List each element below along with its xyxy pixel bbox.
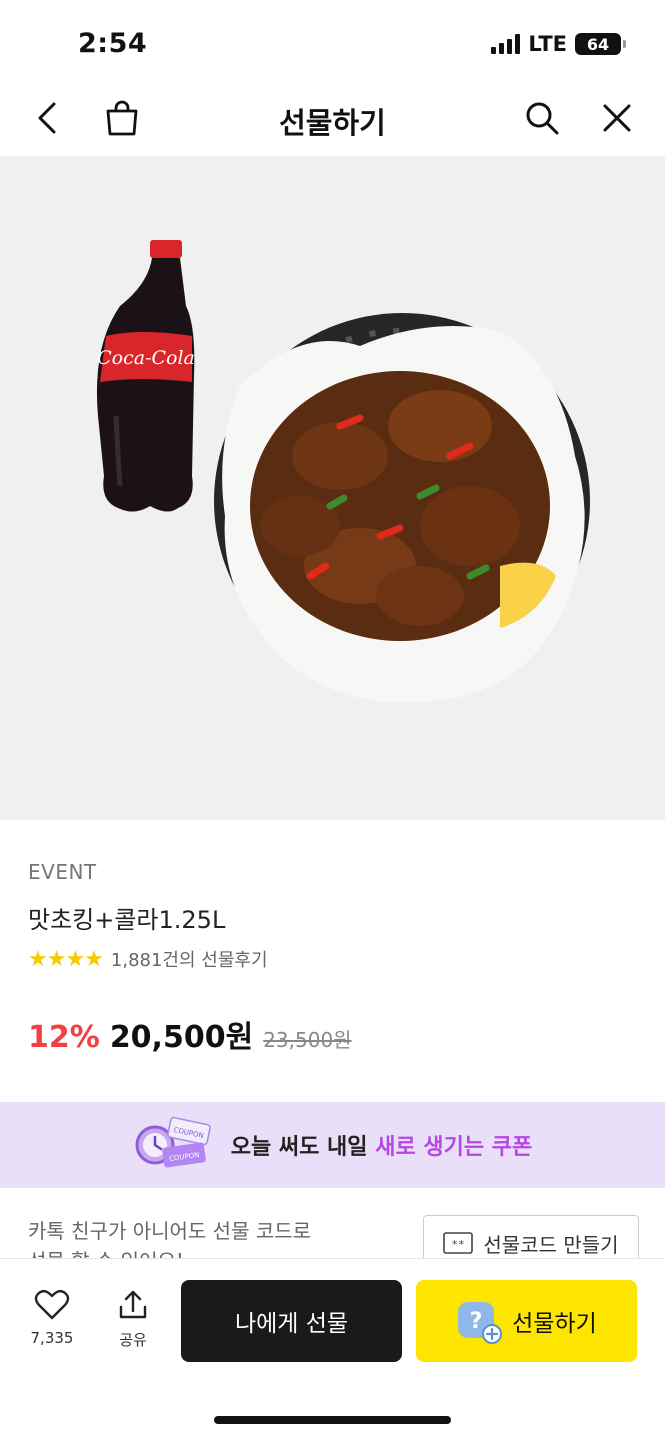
gift-to-self-button[interactable]: 나에게 선물 bbox=[181, 1280, 402, 1362]
gift-button-label: 선물하기 bbox=[512, 1311, 597, 1337]
coupon-banner[interactable]: COUPON COUPON 오늘 써도 내일 새로 생기는 쿠폰 bbox=[0, 1102, 665, 1188]
search-button[interactable] bbox=[522, 98, 562, 138]
price-row: 12% 20,500원 23,500원 bbox=[28, 1012, 352, 1056]
home-indicator[interactable] bbox=[214, 1416, 451, 1424]
like-button[interactable]: 7,335 bbox=[26, 1289, 78, 1347]
discount-rate: 12% bbox=[28, 1020, 100, 1055]
like-count: 7,335 bbox=[30, 1329, 74, 1347]
gift-button[interactable]: ? 선물하기 bbox=[416, 1280, 637, 1362]
close-button[interactable] bbox=[597, 98, 637, 138]
coupon-clock-icon: COUPON COUPON bbox=[133, 1115, 213, 1175]
share-icon bbox=[119, 1290, 147, 1319]
original-price: 23,500원 bbox=[263, 1028, 352, 1052]
create-gift-code-button[interactable]: ** 선물코드 만들기 bbox=[423, 1215, 639, 1258]
bottom-action-bar: 7,335 공유 나에게 선물 ? 선물하기 bbox=[0, 1258, 665, 1440]
product-name: 맛초킹+콜라1.25L bbox=[28, 906, 226, 934]
gift-code-section: 카톡 친구가 아니어도 선물 코드로 선물 할 수 있어요! ** 선물코드 만… bbox=[0, 1188, 665, 1258]
nav-bar: 선물하기 bbox=[0, 80, 665, 156]
review-count[interactable]: 1,881건의 선물후기 bbox=[111, 946, 268, 972]
search-icon bbox=[526, 102, 559, 135]
event-label: EVENT bbox=[28, 860, 97, 884]
product-info: EVENT 맛초킹+콜라1.25L ★★★★ 1,881건의 선물후기 12% … bbox=[0, 820, 665, 1102]
gift-code-icon: ** bbox=[443, 1232, 474, 1254]
close-icon bbox=[603, 104, 631, 132]
status-indicators: LTE 64 bbox=[491, 32, 626, 56]
product-image[interactable]: Coca-Cola bbox=[0, 156, 665, 820]
heart-icon bbox=[34, 1289, 70, 1320]
signal-icon bbox=[491, 34, 521, 54]
svg-text:**: ** bbox=[452, 1238, 465, 1251]
product-illustration: Coca-Cola bbox=[96, 240, 590, 703]
battery-icon: 64 bbox=[575, 33, 626, 55]
chicken-plate-image bbox=[214, 313, 590, 703]
friend-add-icon: ? bbox=[456, 1298, 503, 1344]
rating-row[interactable]: ★★★★ 1,881건의 선물후기 bbox=[28, 946, 268, 972]
coupon-text-prefix: 오늘 써도 내일 bbox=[230, 1135, 368, 1160]
coupon-banner-text: 오늘 써도 내일 새로 생기는 쿠폰 bbox=[231, 1129, 532, 1161]
page-title: 선물하기 bbox=[279, 106, 386, 140]
network-label: LTE bbox=[528, 32, 567, 56]
gift-code-description: 카톡 친구가 아니어도 선물 코드로 선물 할 수 있어요! bbox=[28, 1219, 312, 1258]
gift-code-button-label: 선물코드 만들기 bbox=[483, 1232, 619, 1257]
star-rating-icon: ★★★★ bbox=[28, 946, 104, 972]
share-label: 공유 bbox=[119, 1331, 147, 1349]
share-button[interactable]: 공유 bbox=[110, 1289, 156, 1350]
status-bar: 2:54 LTE 64 bbox=[0, 0, 665, 80]
cola-bottle-image: Coca-Cola bbox=[96, 240, 195, 512]
svg-text:?: ? bbox=[470, 1309, 483, 1334]
coupon-text-highlight: 새로 생기는 쿠폰 bbox=[375, 1135, 533, 1160]
svg-text:Coca-Cola: Coca-Cola bbox=[97, 347, 195, 369]
status-time: 2:54 bbox=[78, 28, 148, 59]
sale-price: 20,500원 bbox=[109, 1020, 254, 1055]
